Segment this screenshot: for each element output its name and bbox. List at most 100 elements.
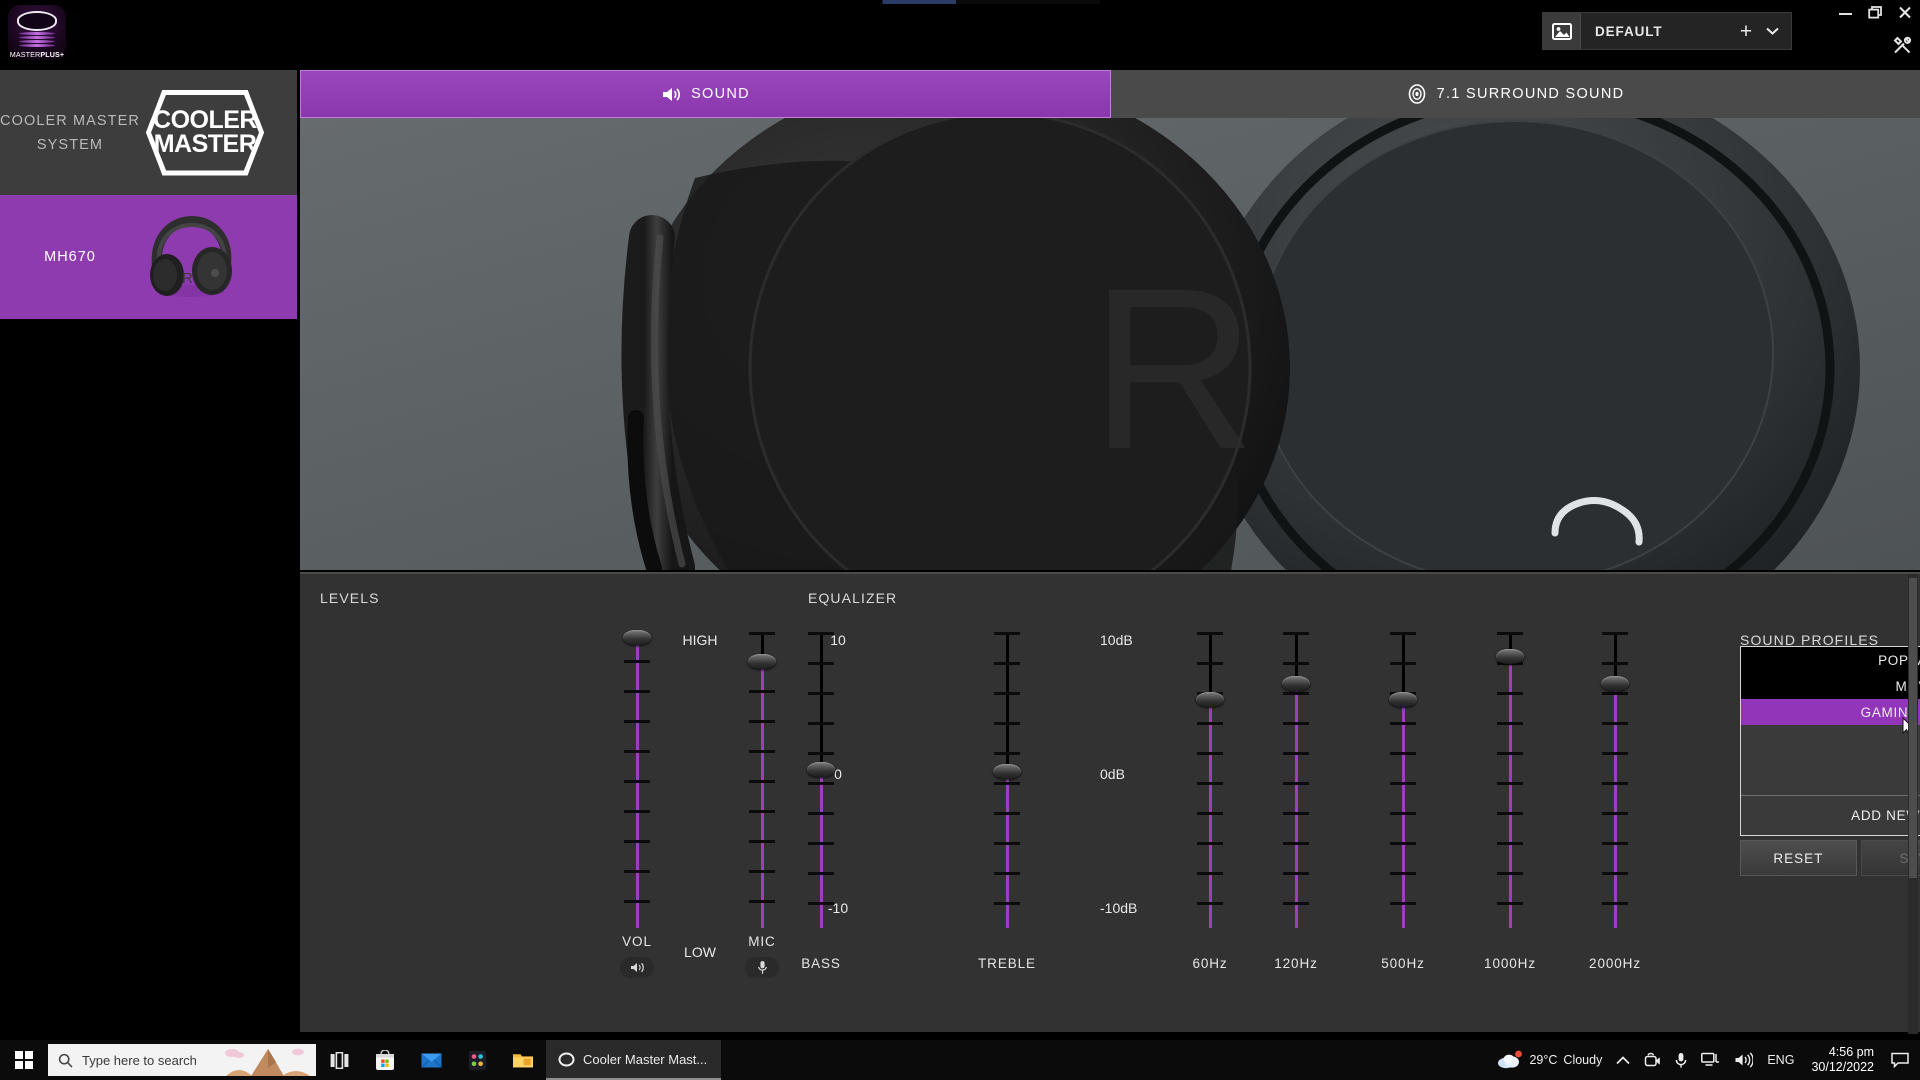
- microsoft-store-icon[interactable]: [362, 1040, 408, 1080]
- slider-eq-500hz-ticks: [1390, 632, 1416, 928]
- slider-eq-500hz-label: 500Hz: [1381, 956, 1425, 971]
- add-new-profile-button[interactable]: ADD NEW PROFILE: [1741, 795, 1920, 835]
- svg-text:R: R: [1090, 240, 1256, 497]
- slider-bass-ticks: [808, 632, 834, 928]
- task-view-icon[interactable]: [316, 1040, 362, 1080]
- language-label: ENG: [1767, 1053, 1795, 1067]
- taskbar-item-cooler-master[interactable]: Cooler Master Mast...: [546, 1040, 722, 1080]
- levels-low-label: LOW: [684, 944, 716, 960]
- search-input[interactable]: Type here to search: [48, 1044, 316, 1076]
- volume-icon: [1735, 1052, 1754, 1068]
- media-player-icon[interactable]: [454, 1040, 500, 1080]
- slider-eq-60hz-ticks: [1197, 632, 1223, 928]
- device-name-label: MH670: [44, 249, 96, 265]
- tab-surround-sound[interactable]: 7.1 SURROUND SOUND: [1111, 70, 1920, 118]
- logo-wordmark: MASTERPLUS+: [10, 50, 64, 59]
- masterplus-application-window: MASTERPLUS+ DEFAULT + COOLER MASTER SYST…: [0, 0, 1920, 1080]
- list-item[interactable]: POP MUSIC: [1741, 647, 1920, 673]
- list-item[interactable]: MOVIE: [1741, 673, 1920, 699]
- add-profile-button[interactable]: +: [1731, 13, 1761, 49]
- slider-eq-500hz-handle[interactable]: [1389, 692, 1417, 707]
- logo-word-plus: PLUS+: [40, 50, 65, 59]
- file-explorer-icon[interactable]: [500, 1040, 546, 1080]
- tab-sound[interactable]: SOUND: [300, 70, 1111, 118]
- system-label-line2: SYSTEM: [36, 136, 104, 153]
- chevron-down-icon[interactable]: [1761, 13, 1791, 49]
- list-item[interactable]: GAMING(BASS+): [1741, 699, 1920, 725]
- slider-vol-handle[interactable]: [623, 630, 651, 645]
- eq-scale-mid: 0dB: [1100, 766, 1125, 782]
- slider-treble-label: TREBLE: [978, 956, 1036, 971]
- masterplus-logo: MASTERPLUS+: [8, 5, 66, 60]
- levels-section-title: LEVELS: [320, 590, 380, 606]
- profile-image-button[interactable]: [1543, 13, 1581, 49]
- mail-icon[interactable]: [408, 1040, 454, 1080]
- profile-name: DEFAULT: [1595, 23, 1663, 39]
- weather-widget[interactable]: 29°C Cloudy: [1490, 1040, 1609, 1080]
- panel-scrollbar-thumb: [1909, 578, 1917, 878]
- slider-eq-2000hz-handle[interactable]: [1601, 676, 1629, 691]
- system-tray: 29°C Cloudy ENG 4:56 pm 30/12/2022: [1490, 1040, 1920, 1080]
- cooler-master-logo: COOLER MASTER: [146, 89, 264, 176]
- title-bar: MASTERPLUS+ DEFAULT +: [0, 0, 1920, 70]
- taskbar-item-label: Cooler Master Mast...: [583, 1051, 708, 1067]
- chevron-up-icon: [1616, 1055, 1630, 1064]
- slider-eq-60hz-handle[interactable]: [1196, 692, 1224, 707]
- search-placeholder: Type here to search: [82, 1052, 197, 1068]
- sidebar-item-mh670[interactable]: MH670 R: [0, 195, 297, 319]
- windows-start-icon[interactable]: [0, 1040, 48, 1080]
- slider-mic-handle[interactable]: [748, 654, 776, 669]
- svg-text:R: R: [182, 270, 193, 287]
- eq-scale-min: -10dB: [1100, 900, 1138, 916]
- network-tray-icon[interactable]: [1694, 1040, 1727, 1080]
- mute-microphone-button[interactable]: [745, 957, 779, 978]
- microphone-tray-icon[interactable]: [1668, 1040, 1694, 1080]
- sidebar-item-system[interactable]: COOLER MASTER SYSTEM COOLER MASTER: [0, 70, 297, 195]
- windows-taskbar: Type here to search Cooler Master Mast..…: [0, 1040, 1920, 1080]
- logo-text-cooler: COOLER: [153, 105, 257, 134]
- clock-date: 30/12/2022: [1811, 1060, 1874, 1074]
- product-hero-image: R: [300, 118, 1920, 570]
- slider-bass-label: BASS: [801, 956, 841, 971]
- logo-word-master: MASTER: [9, 50, 41, 59]
- tools-icon[interactable]: [1893, 36, 1912, 60]
- slider-vol-label: VOL: [622, 934, 652, 949]
- sidebar: COOLER MASTER SYSTEM COOLER MASTER MH670: [0, 70, 297, 1060]
- panel-scrollbar[interactable]: [1908, 574, 1918, 1034]
- surround-icon: [1408, 84, 1425, 104]
- speaker-icon: [630, 962, 644, 973]
- close-icon[interactable]: [1898, 6, 1912, 19]
- search-icon: [58, 1053, 73, 1068]
- restore-icon[interactable]: [1868, 6, 1883, 19]
- mute-speaker-button[interactable]: [620, 957, 654, 978]
- tab-sound-label: SOUND: [691, 86, 750, 102]
- main-tabs: SOUND 7.1 SURROUND SOUND: [300, 70, 1920, 118]
- notification-icon[interactable]: [1884, 1040, 1916, 1080]
- slider-bass-handle[interactable]: [807, 762, 835, 777]
- slider-eq-120hz-handle[interactable]: [1282, 676, 1310, 691]
- slider-mic-label: MIC: [748, 934, 776, 949]
- cloud-icon: [1498, 1050, 1523, 1069]
- logo-text-master: MASTER: [153, 129, 257, 158]
- camera-tray-icon[interactable]: [1637, 1040, 1668, 1080]
- clock[interactable]: 4:56 pm 30/12/2022: [1801, 1040, 1884, 1080]
- slider-eq-1000hz-ticks: [1497, 632, 1523, 928]
- show-hidden-icons-button[interactable]: [1609, 1040, 1637, 1080]
- settings-panel: LEVELS HIGH LOW VOL MIC 10 0 -10 BASS TR…: [300, 572, 1920, 1034]
- slider-eq-1000hz-handle[interactable]: [1496, 649, 1524, 664]
- slider-eq-1000hz-label: 1000Hz: [1484, 956, 1536, 971]
- search-illustration: [206, 1044, 316, 1076]
- slider-eq-2000hz-label: 2000Hz: [1589, 956, 1641, 971]
- headphone-thumbnail-icon: R: [140, 211, 240, 303]
- masterplus-taskbar-icon: [558, 1052, 575, 1066]
- tab-surround-sound-label: 7.1 SURROUND SOUND: [1436, 86, 1625, 102]
- profile-action-buttons: RESET SAVE CANCEL: [1740, 840, 1920, 876]
- volume-tray-icon[interactable]: [1727, 1040, 1760, 1080]
- reset-button[interactable]: RESET: [1740, 840, 1857, 876]
- system-label: COOLER MASTER SYSTEM: [0, 109, 140, 157]
- slider-treble-handle[interactable]: [993, 764, 1021, 779]
- image-icon: [1551, 22, 1572, 40]
- language-indicator[interactable]: ENG: [1760, 1040, 1801, 1080]
- profile-selector[interactable]: DEFAULT +: [1542, 12, 1792, 50]
- minimize-icon[interactable]: [1838, 7, 1853, 19]
